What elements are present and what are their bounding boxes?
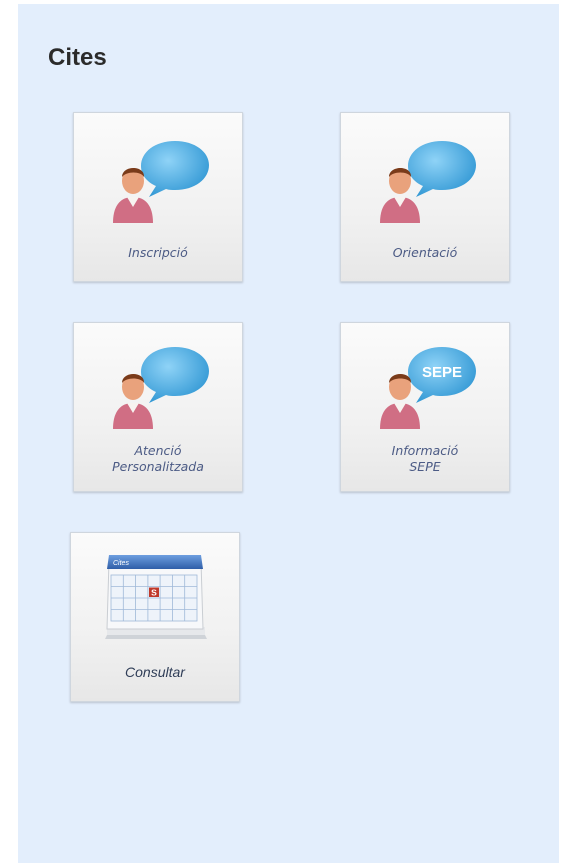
sepe-bubble-text: SEPE: [422, 364, 462, 381]
tile-label: Atenció Personalitzada: [112, 443, 204, 474]
calendar-header-text: Cites: [113, 560, 129, 567]
tile-inscripcio[interactable]: Inscripció: [73, 112, 243, 282]
person-speech-bubble-icon: [113, 141, 209, 223]
tile-orientacio[interactable]: Orientació: [340, 112, 510, 282]
tile-label: Inscripció: [128, 245, 188, 260]
tile-label: Informació SEPE: [391, 443, 459, 474]
page-title: Cites: [48, 44, 107, 71]
tile-informacio-sepe[interactable]: SEPE Informació SEPE: [340, 322, 510, 492]
person-speech-bubble-icon: [113, 347, 209, 429]
calendar-mark-text: S: [151, 588, 157, 598]
main-panel: Cites Inscripció Orientació Atenció Pers…: [18, 4, 559, 863]
tile-label: Consultar: [125, 664, 185, 680]
tile-consultar[interactable]: Cites S Consultar: [70, 532, 240, 702]
tile-atencio-personalitzada[interactable]: Atenció Personalitzada: [73, 322, 243, 492]
calendar-icon: Cites S: [105, 555, 207, 639]
tile-label: Orientació: [392, 245, 458, 260]
person-speech-bubble-icon: [380, 141, 476, 223]
person-sepe-bubble-icon: SEPE: [380, 347, 476, 429]
